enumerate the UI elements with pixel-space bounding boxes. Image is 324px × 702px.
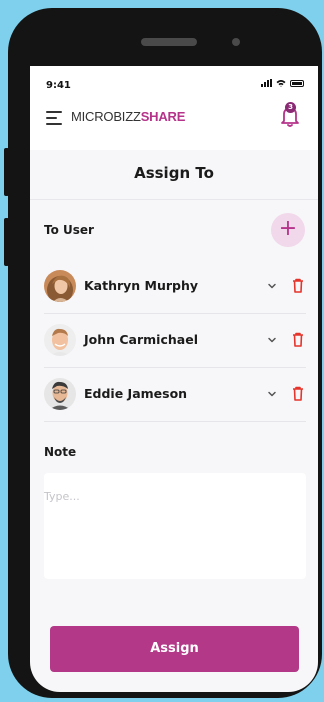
phone-frame: 9:41 MICROBIZZSHARE 3 Assign To To User … (8, 8, 322, 698)
logo-text-microbizz: MICROBIZZ (71, 109, 141, 124)
page-title: Assign To (134, 164, 214, 182)
to-user-label: To User (44, 223, 94, 237)
delete-icon[interactable] (292, 278, 304, 293)
notifications-button[interactable]: 3 (278, 102, 302, 128)
status-bar: 9:41 (30, 66, 318, 94)
delete-icon[interactable] (292, 386, 304, 401)
status-icons (261, 79, 304, 87)
assign-button[interactable]: Assign (50, 626, 299, 672)
app-logo: MICROBIZZSHARE (71, 109, 185, 124)
app-bar: MICROBIZZSHARE 3 (30, 94, 318, 150)
camera-dot (232, 38, 240, 46)
logo-text-share: SHARE (140, 109, 186, 124)
app-screen: 9:41 MICROBIZZSHARE 3 Assign To To User … (30, 66, 318, 692)
note-label: Note (44, 445, 77, 459)
note-placeholder: Type... (44, 490, 80, 503)
user-row[interactable]: Eddie Jameson (44, 368, 306, 422)
avatar (44, 324, 76, 356)
notification-badge: 3 (285, 102, 296, 113)
delete-icon[interactable] (292, 332, 304, 347)
side-button-upper (4, 148, 9, 196)
chevron-down-icon[interactable] (266, 280, 278, 292)
side-button-lower (4, 218, 9, 266)
chevron-down-icon[interactable] (266, 388, 278, 400)
chevron-down-icon[interactable] (266, 334, 278, 346)
page-header: Assign To (30, 150, 318, 200)
avatar (44, 378, 76, 410)
user-row[interactable]: John Carmichael (44, 314, 306, 368)
battery-icon (290, 79, 304, 87)
user-name: Kathryn Murphy (84, 278, 199, 293)
avatar (44, 270, 76, 302)
status-time: 9:41 (46, 80, 71, 91)
note-textarea[interactable] (44, 473, 306, 579)
menu-icon[interactable] (46, 111, 62, 125)
user-row[interactable]: Kathryn Murphy (44, 260, 306, 314)
wifi-icon (276, 80, 286, 87)
signal-icon (261, 79, 272, 87)
user-name: Eddie Jameson (84, 386, 188, 401)
speaker-pill (141, 38, 197, 46)
user-name: John Carmichael (84, 332, 198, 347)
add-user-button[interactable]: + (271, 213, 305, 247)
